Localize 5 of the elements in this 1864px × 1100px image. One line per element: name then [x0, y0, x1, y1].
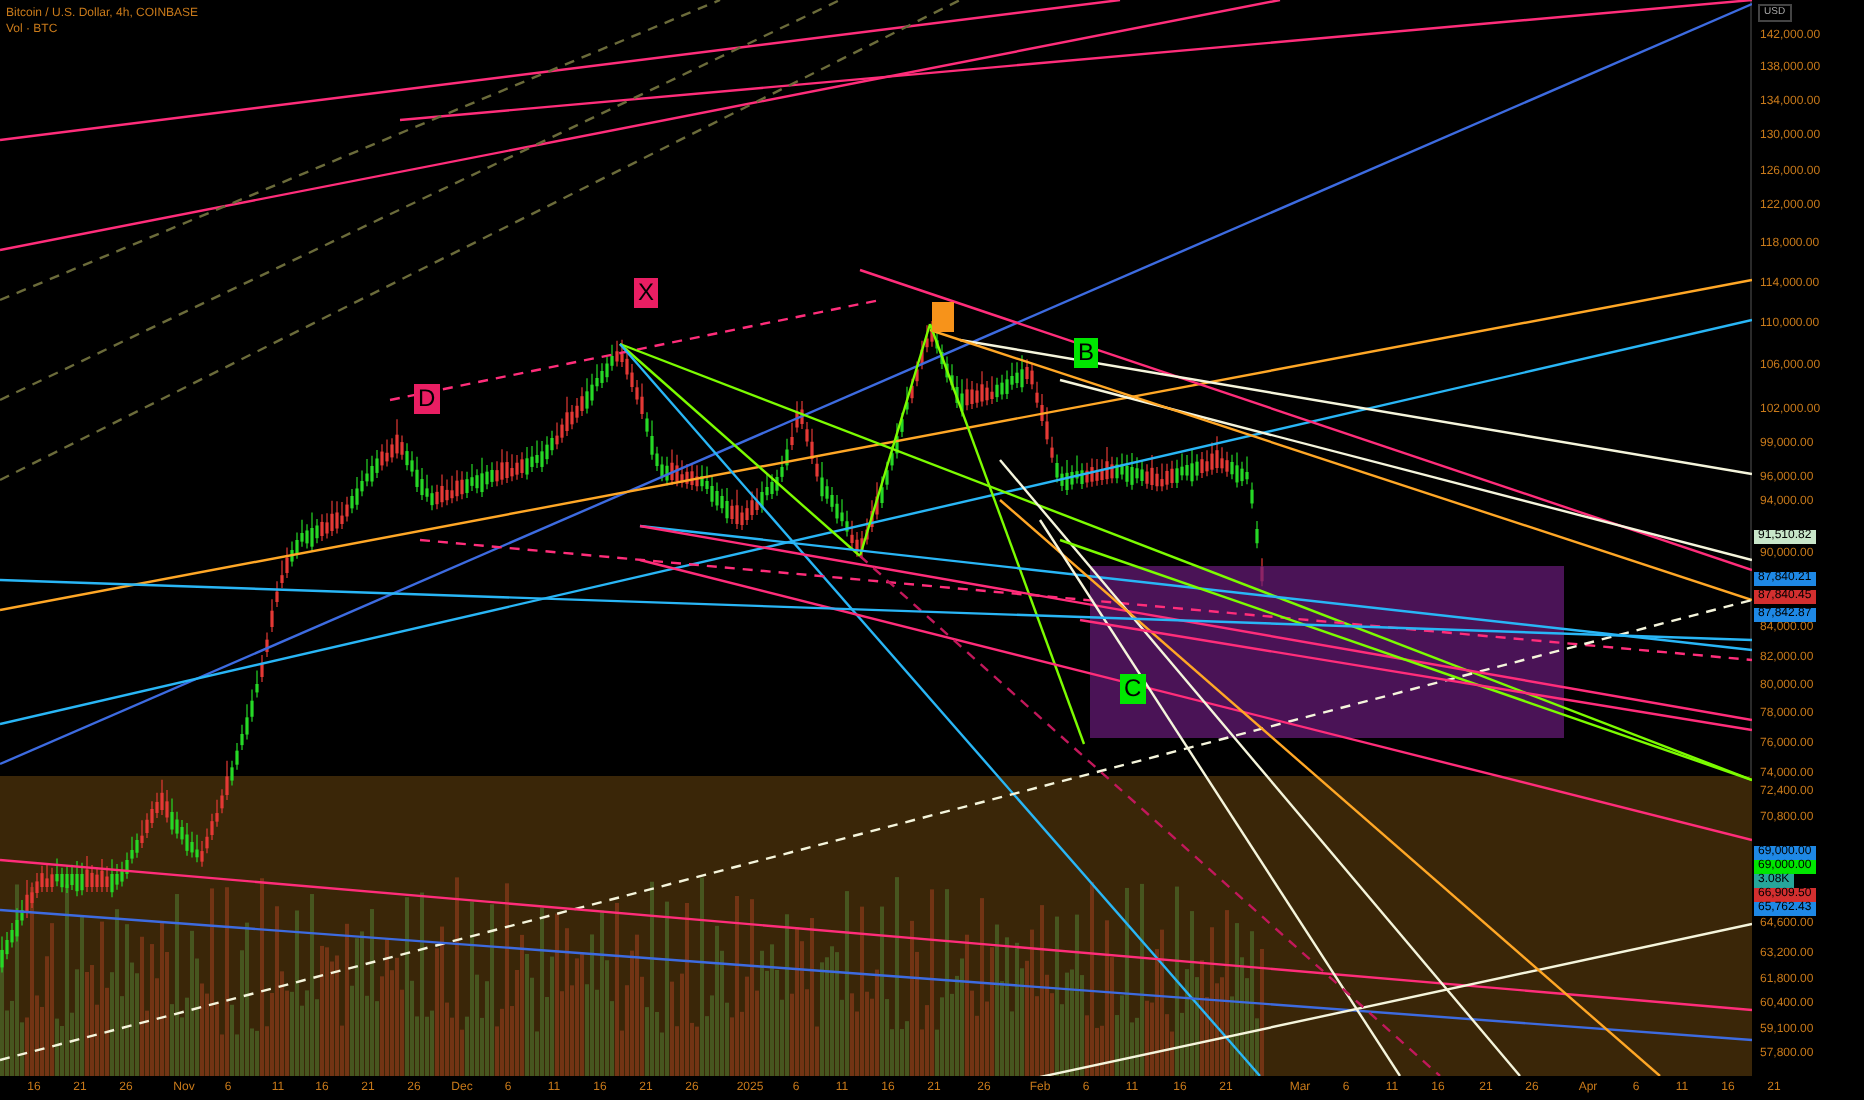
pattern-point-label: B	[1074, 338, 1099, 368]
pattern-point-marker	[932, 302, 954, 332]
pattern-point-label: X	[634, 278, 659, 308]
pattern-point-label: C	[1120, 674, 1146, 704]
pattern-point-label: D	[414, 384, 440, 414]
